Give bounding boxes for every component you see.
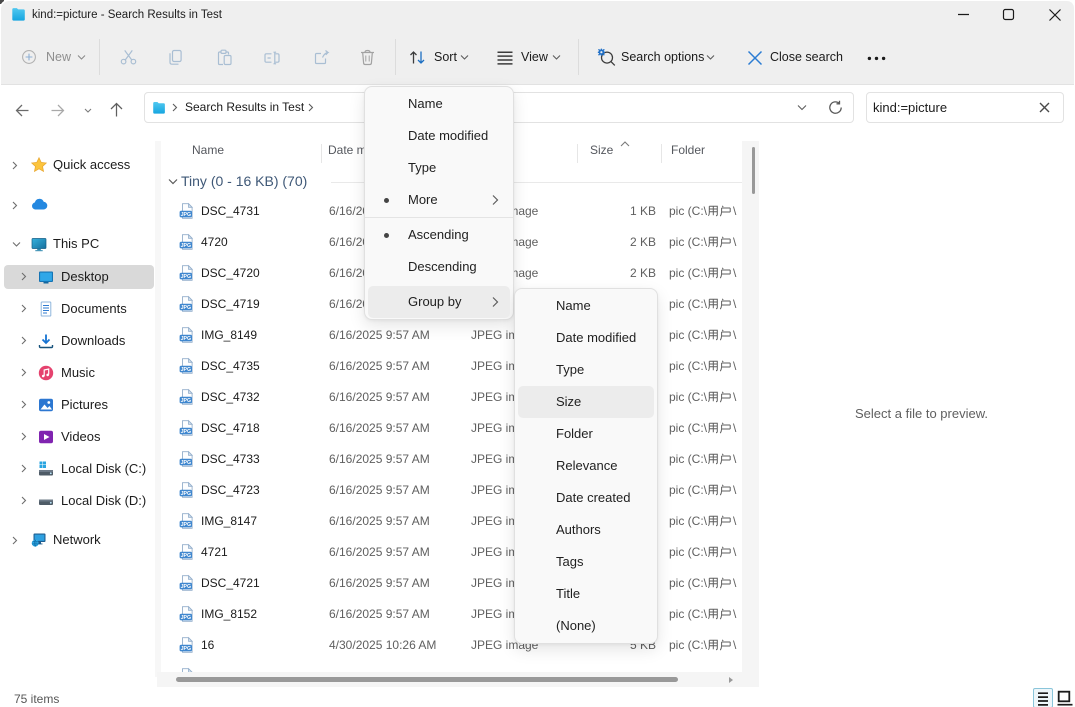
svg-text:JPG: JPG	[181, 460, 191, 466]
svg-text:JPG: JPG	[181, 367, 191, 373]
svg-text:JPG: JPG	[181, 646, 191, 652]
svg-text:JPG: JPG	[181, 522, 191, 528]
svg-text:JPG: JPG	[181, 243, 191, 249]
svg-text:JPG: JPG	[181, 212, 191, 218]
svg-text:JPG: JPG	[181, 615, 191, 621]
svg-text:JPG: JPG	[181, 398, 191, 404]
svg-text:JPG: JPG	[181, 336, 191, 342]
svg-text:JPG: JPG	[181, 553, 191, 559]
svg-text:JPG: JPG	[181, 274, 191, 280]
svg-text:JPG: JPG	[181, 491, 191, 497]
svg-text:JPG: JPG	[181, 429, 191, 435]
svg-text:JPG: JPG	[181, 584, 191, 590]
svg-text:JPG: JPG	[181, 305, 191, 311]
